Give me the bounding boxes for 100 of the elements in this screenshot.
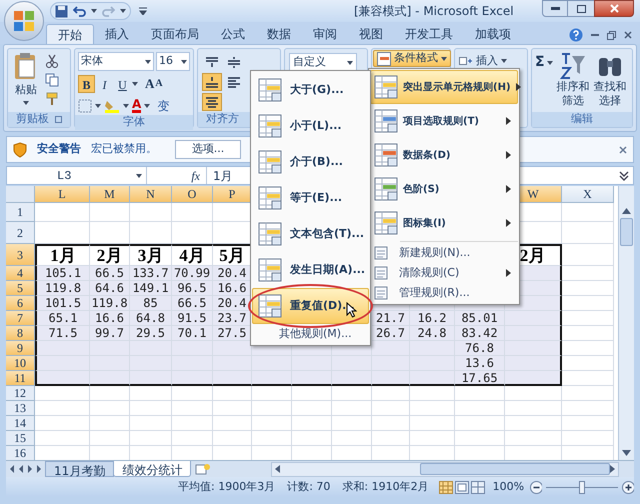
italic-button[interactable]: I bbox=[96, 74, 113, 93]
options-button[interactable]: 选项... bbox=[175, 140, 241, 159]
ribbon-tab[interactable]: 公式 bbox=[210, 24, 256, 44]
maximize-button[interactable] bbox=[568, 0, 594, 17]
row-header[interactable]: 14 bbox=[6, 416, 35, 431]
table-cell bbox=[90, 203, 130, 222]
shrink-font-button[interactable]: A bbox=[155, 76, 163, 92]
scroll-thumb[interactable] bbox=[620, 218, 633, 246]
column-header[interactable]: P bbox=[213, 186, 252, 203]
zoom-in-icon[interactable] bbox=[622, 480, 634, 494]
menu-item[interactable]: 小于(L)... bbox=[252, 108, 369, 144]
row-header[interactable]: 2 bbox=[6, 222, 35, 244]
close-icon[interactable] bbox=[619, 146, 627, 154]
grow-font-button[interactable]: A bbox=[145, 74, 154, 94]
align-button[interactable] bbox=[202, 73, 222, 91]
ribbon-tab[interactable]: 开始 bbox=[46, 24, 94, 44]
ribbon-tab[interactable]: 插入 bbox=[94, 24, 140, 44]
menu-item[interactable]: 清除规则(C) bbox=[370, 263, 518, 283]
column-header[interactable]: O bbox=[172, 186, 213, 203]
align-button[interactable] bbox=[202, 93, 222, 111]
row-header[interactable]: 4 bbox=[6, 266, 35, 281]
row-header[interactable]: 3 bbox=[6, 244, 35, 266]
row-header[interactable]: 6 bbox=[6, 296, 35, 311]
customize-caret-icon[interactable] bbox=[139, 7, 147, 15]
row-header[interactable]: 13 bbox=[6, 401, 35, 416]
copy-icon[interactable] bbox=[45, 73, 59, 87]
zoom-slider[interactable] bbox=[546, 480, 618, 494]
insert-button[interactable]: 插入 bbox=[459, 53, 507, 70]
menu-item[interactable]: 发生日期(A)... bbox=[252, 252, 369, 288]
zoom-out-icon[interactable] bbox=[530, 480, 542, 494]
zoom-percent[interactable]: 100% bbox=[492, 478, 524, 496]
sheet-tab[interactable]: 11月考勤 bbox=[45, 461, 114, 477]
help-icon[interactable] bbox=[569, 28, 583, 42]
menu-item[interactable]: 大于(G)... bbox=[252, 72, 369, 108]
bold-button[interactable]: B bbox=[78, 74, 95, 93]
menu-item[interactable]: 文本包含(T)... bbox=[252, 216, 369, 252]
ribbon-tab[interactable]: 开发工具 bbox=[394, 24, 464, 44]
scroll-down-icon[interactable] bbox=[622, 450, 631, 456]
ribbon-tab[interactable]: 数据 bbox=[256, 24, 302, 44]
minimize-button[interactable] bbox=[542, 0, 568, 17]
menu-item[interactable]: 数据条(D) bbox=[370, 138, 518, 172]
zoom-thumb[interactable] bbox=[579, 480, 586, 494]
row-header[interactable]: 8 bbox=[6, 326, 35, 341]
undo-icon[interactable] bbox=[73, 5, 86, 17]
horizontal-scrollbar[interactable] bbox=[270, 462, 619, 476]
ribbon-tab[interactable]: 页面布局 bbox=[140, 24, 210, 44]
scissors-icon[interactable] bbox=[45, 54, 59, 68]
sheet-tab[interactable]: 绩效分统计 bbox=[113, 461, 192, 477]
format-painter-icon[interactable] bbox=[45, 92, 59, 106]
column-header[interactable]: M bbox=[90, 186, 130, 203]
font-size-field[interactable]: 16 bbox=[156, 52, 190, 71]
row-header[interactable]: 7 bbox=[6, 311, 35, 326]
row-header[interactable]: 16 bbox=[6, 446, 35, 460]
save-icon[interactable] bbox=[55, 4, 68, 18]
ribbon-tab[interactable]: 审阅 bbox=[302, 24, 348, 44]
find-select-button[interactable]: 查找和 选择 bbox=[594, 52, 627, 108]
new-sheet-icon[interactable] bbox=[195, 463, 211, 475]
ribbon-tab[interactable]: 视图 bbox=[348, 24, 394, 44]
table-cell bbox=[35, 203, 90, 222]
row-header[interactable]: 12 bbox=[6, 386, 35, 401]
menu-item[interactable]: 其他规则(M)... bbox=[252, 324, 369, 344]
close-icon[interactable] bbox=[624, 31, 632, 39]
close-button[interactable] bbox=[594, 0, 634, 17]
row-header[interactable]: 1 bbox=[6, 203, 35, 222]
table-icon bbox=[374, 75, 398, 99]
table-cell bbox=[505, 371, 562, 386]
expand-chevron-icon[interactable] bbox=[619, 170, 629, 180]
dialog-launcher-icon[interactable] bbox=[55, 116, 62, 123]
page-layout-icon[interactable] bbox=[454, 480, 469, 494]
column-header[interactable]: X bbox=[562, 186, 614, 203]
ribbon-tab[interactable]: 加载项 bbox=[464, 24, 522, 44]
row-header[interactable]: 5 bbox=[6, 281, 35, 296]
scroll-left-icon[interactable] bbox=[274, 465, 280, 473]
function-label[interactable]: fx bbox=[191, 166, 200, 184]
fill-color-icon[interactable] bbox=[104, 98, 120, 112]
menu-item[interactable]: 突出显示单元格规则(H) bbox=[370, 70, 518, 104]
column-header[interactable]: N bbox=[130, 186, 172, 203]
row-header[interactable]: 10 bbox=[6, 356, 35, 371]
paste-button[interactable]: 粘贴 bbox=[11, 52, 41, 104]
autosum-button[interactable]: Σ bbox=[535, 52, 553, 73]
scroll-thumb[interactable] bbox=[420, 463, 610, 475]
restore-icon[interactable] bbox=[607, 30, 616, 40]
column-header[interactable]: L bbox=[35, 186, 90, 203]
sort-filter-button[interactable]: 排序和 筛选 bbox=[556, 52, 590, 108]
row-header[interactable]: 9 bbox=[6, 341, 35, 356]
scroll-up-icon[interactable] bbox=[622, 208, 631, 214]
menu-item[interactable]: 项目选取规则(T) bbox=[370, 104, 518, 138]
phonetic-button[interactable]: 变 bbox=[157, 96, 170, 114]
font-name-field[interactable]: 宋体 bbox=[78, 52, 154, 71]
page-break-icon[interactable] bbox=[470, 480, 485, 494]
menu-item[interactable]: 介于(B)... bbox=[252, 144, 369, 180]
name-box[interactable]: L3 bbox=[7, 167, 147, 184]
conditional-format-button[interactable]: 条件格式 bbox=[373, 50, 451, 67]
menu-item[interactable]: 等于(E)... bbox=[252, 180, 369, 216]
menu-item[interactable]: 管理规则(R)... bbox=[370, 283, 518, 303]
underline-button[interactable]: U bbox=[114, 74, 131, 93]
row-header[interactable]: 11 bbox=[6, 371, 35, 386]
row-header[interactable]: 15 bbox=[6, 431, 35, 446]
menu-item[interactable]: 图标集(I) bbox=[370, 206, 518, 240]
vertical-scrollbar[interactable] bbox=[618, 186, 634, 460]
